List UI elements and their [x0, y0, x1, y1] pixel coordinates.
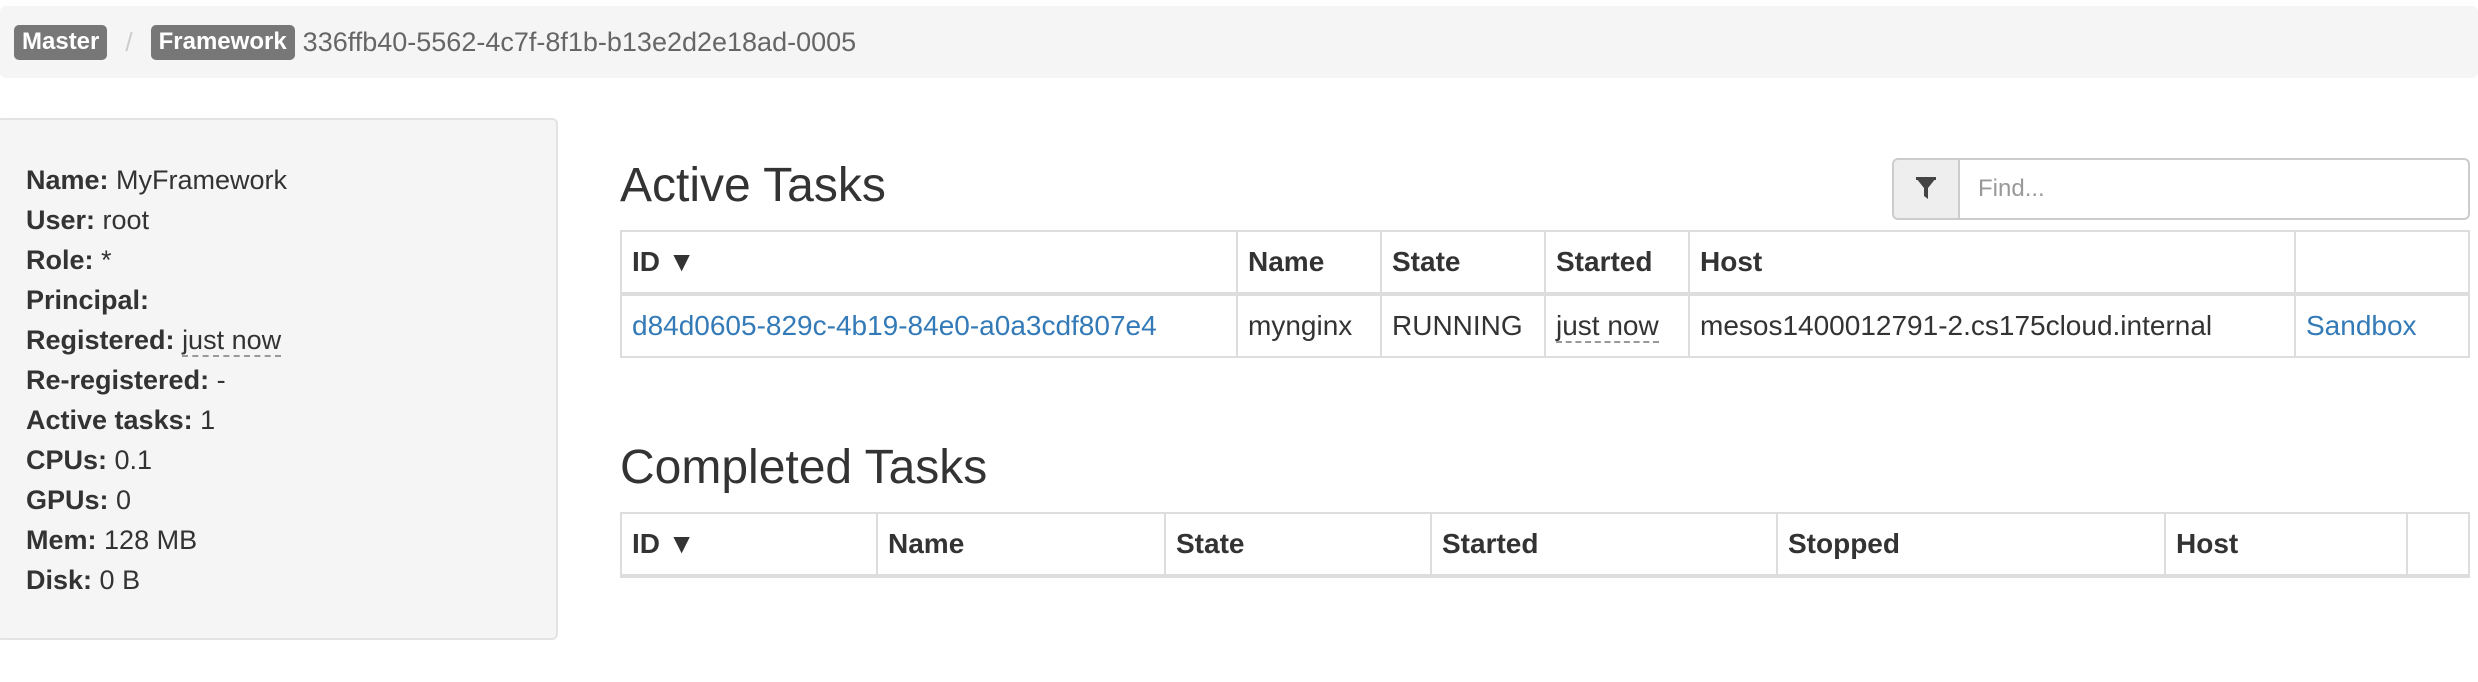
info-value: MyFramework	[116, 165, 288, 195]
completed-tasks-title: Completed Tasks	[620, 441, 988, 494]
info-key: Principal:	[26, 285, 150, 315]
framework-info-panel: Name: MyFramework User: root Role: * Pri…	[0, 118, 558, 640]
column-header-id[interactable]: ID ▼	[620, 230, 1238, 296]
info-value: *	[101, 245, 112, 275]
active-tasks-title: Active Tasks	[620, 159, 886, 212]
task-state-cell: RUNNING	[1380, 293, 1546, 358]
info-key: Registered:	[26, 325, 175, 355]
column-header-state[interactable]: State	[1164, 512, 1432, 578]
task-started-cell: just now	[1544, 293, 1690, 358]
active-tasks-table: ID ▼ Name State Started Host d84d0605-82…	[620, 230, 2470, 358]
filter-icon	[1916, 177, 1936, 199]
info-key: Mem:	[26, 525, 97, 555]
registered-time: just now	[182, 325, 282, 357]
column-header-state[interactable]: State	[1380, 230, 1546, 296]
column-header-started[interactable]: Started	[1430, 512, 1778, 578]
info-value: 1	[200, 405, 216, 435]
info-row-mem: Mem: 128 MB	[26, 520, 556, 560]
info-value: 0 B	[99, 565, 141, 595]
info-row-gpus: GPUs: 0	[26, 480, 556, 520]
info-key: Role:	[26, 245, 94, 275]
column-header-id[interactable]: ID ▼	[620, 512, 878, 578]
column-header-stopped[interactable]: Stopped	[1776, 512, 2166, 578]
table-row: d84d0605-829c-4b19-84e0-a0a3cdf807e4 myn…	[620, 293, 2470, 358]
info-key: Name:	[26, 165, 109, 195]
info-value: 0	[116, 485, 132, 515]
info-key: GPUs:	[26, 485, 109, 515]
column-header-name[interactable]: Name	[1236, 230, 1382, 296]
info-key: Active tasks:	[26, 405, 193, 435]
column-header-host[interactable]: Host	[2164, 512, 2408, 578]
column-header-name[interactable]: Name	[876, 512, 1166, 578]
breadcrumb-master-label[interactable]: Master	[14, 24, 108, 60]
info-key: CPUs:	[26, 445, 108, 475]
task-started-time: just now	[1556, 310, 1659, 343]
info-row-registered: Registered: just now	[26, 320, 556, 360]
info-row-role: Role: *	[26, 240, 556, 280]
info-row-disk: Disk: 0 B	[26, 560, 556, 600]
info-value: 0.1	[114, 445, 153, 475]
task-action-cell: Sandbox	[2294, 293, 2470, 358]
info-value: root	[102, 205, 150, 235]
task-id-link[interactable]: d84d0605-829c-4b19-84e0-a0a3cdf807e4	[632, 310, 1157, 341]
info-value: 128 MB	[104, 525, 198, 555]
info-row-reregistered: Re-registered: -	[26, 360, 556, 400]
active-tasks-find-input[interactable]	[1958, 158, 2470, 220]
breadcrumb: Master / Framework 336ffb40-5562-4c7f-8f…	[0, 6, 2478, 78]
active-tasks-find-group	[1892, 158, 2470, 220]
column-header-actions	[2406, 512, 2470, 578]
info-row-name: Name: MyFramework	[26, 160, 556, 200]
column-header-started[interactable]: Started	[1544, 230, 1690, 296]
completed-tasks-table: ID ▼ Name State Started Stopped Host	[620, 512, 2470, 578]
task-name-cell: mynginx	[1236, 293, 1382, 358]
breadcrumb-separator: /	[125, 26, 133, 57]
breadcrumb-framework-id: 336ffb40-5562-4c7f-8f1b-b13e2d2e18ad-000…	[302, 26, 857, 57]
table-header-row: ID ▼ Name State Started Host	[620, 230, 2470, 296]
info-row-active-tasks: Active tasks: 1	[26, 400, 556, 440]
table-header-row: ID ▼ Name State Started Stopped Host	[620, 512, 2470, 578]
column-header-host[interactable]: Host	[1688, 230, 2296, 296]
sandbox-link[interactable]: Sandbox	[2306, 310, 2417, 341]
info-key: Disk:	[26, 565, 93, 595]
breadcrumb-framework-label: Framework	[150, 24, 295, 60]
task-host-cell: mesos1400012791-2.cs175cloud.internal	[1688, 293, 2296, 358]
column-header-actions	[2294, 230, 2470, 296]
info-row-user: User: root	[26, 200, 556, 240]
filter-button[interactable]	[1892, 158, 1958, 220]
info-key: Re-registered:	[26, 365, 210, 395]
info-value: -	[216, 365, 226, 395]
info-row-principal: Principal:	[26, 280, 556, 320]
task-id-cell: d84d0605-829c-4b19-84e0-a0a3cdf807e4	[620, 293, 1238, 358]
info-key: User:	[26, 205, 96, 235]
info-row-cpus: CPUs: 0.1	[26, 440, 556, 480]
